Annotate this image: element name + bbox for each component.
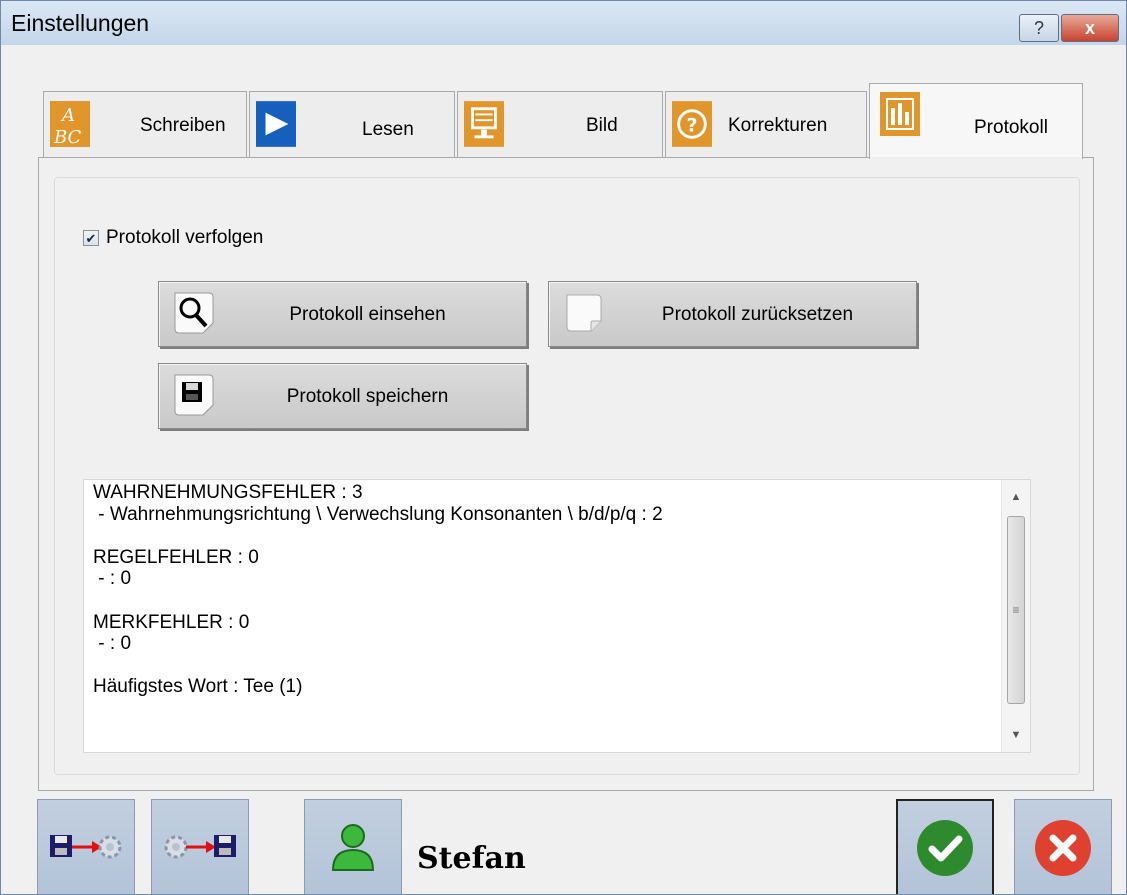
log-scrollbar[interactable]: ▲ ≡ ▼ — [1001, 480, 1030, 752]
tab-bild[interactable]: Bild — [457, 91, 663, 157]
tab-label-korrekturen: Korrekturen — [728, 115, 828, 136]
tab-protokoll[interactable]: Protokoll — [869, 83, 1083, 161]
chart-icon — [880, 89, 920, 139]
save-protocol-button[interactable]: Protokoll speichern — [158, 363, 527, 429]
user-button[interactable] — [304, 799, 402, 894]
view-protocol-label: Protokoll einsehen — [289, 304, 446, 325]
question-icon: ? — [672, 99, 712, 149]
blank-page-icon — [563, 291, 605, 335]
tab-label-bild: Bild — [586, 115, 618, 136]
window-title: Einstellungen — [11, 10, 150, 36]
user-avatar-icon — [331, 823, 375, 871]
tab-label-protokoll: Protokoll — [974, 117, 1048, 138]
svg-text:A: A — [60, 105, 75, 126]
scroll-down-arrow-icon[interactable]: ▼ — [1002, 722, 1030, 748]
scroll-thumb[interactable]: ≡ — [1007, 516, 1025, 704]
import-settings-button[interactable] — [151, 799, 249, 894]
export-settings-button[interactable] — [37, 799, 135, 894]
protocol-log-textbox[interactable]: WAHRNEHMUNGSFEHLER : 3 - Wahrnehmungsric… — [83, 479, 1031, 753]
save-protocol-label: Protokoll speichern — [286, 386, 449, 407]
tab-label-lesen: Lesen — [362, 119, 414, 140]
user-name: Stefan — [417, 841, 526, 876]
title-bar: Einstellungen ? x — [1, 1, 1126, 45]
floppy-disk-icon — [173, 373, 215, 417]
tab-korrekturen[interactable]: ? Korrekturen — [665, 91, 867, 157]
save-to-gear-icon — [50, 834, 122, 858]
play-icon — [256, 99, 296, 149]
abc-icon: A BC — [50, 99, 90, 149]
view-protocol-button[interactable]: Protokoll einsehen — [158, 281, 527, 347]
tab-label-schreiben: Schreiben — [140, 115, 226, 136]
reset-protocol-label: Protokoll zurücksetzen — [661, 304, 854, 325]
tab-lesen[interactable]: Lesen — [249, 91, 455, 157]
ok-button[interactable] — [896, 799, 994, 894]
cancel-x-icon — [1035, 819, 1091, 876]
help-button[interactable]: ? — [1019, 14, 1059, 42]
close-button[interactable]: x — [1061, 14, 1119, 42]
checkmark-icon — [917, 819, 973, 876]
monitor-icon — [464, 99, 504, 149]
protocol-log-text: WAHRNEHMUNGSFEHLER : 3 - Wahrnehmungsric… — [93, 482, 663, 698]
checkbox-box[interactable]: ✔ — [83, 230, 99, 246]
track-protocol-checkbox[interactable]: ✔ Protokoll verfolgen — [83, 227, 263, 249]
settings-dialog: Einstellungen ? x A BC Schreiben Lesen B… — [0, 0, 1127, 895]
cancel-button[interactable] — [1014, 799, 1112, 894]
gear-to-save-icon — [164, 834, 236, 858]
reset-protocol-button[interactable]: Protokoll zurücksetzen — [548, 281, 917, 347]
svg-text:BC: BC — [53, 127, 82, 148]
magnifier-icon — [173, 291, 215, 335]
tab-schreiben[interactable]: A BC Schreiben — [43, 91, 247, 157]
track-protocol-label: Protokoll verfolgen — [106, 227, 264, 248]
scroll-up-arrow-icon[interactable]: ▲ — [1002, 484, 1030, 510]
svg-text:?: ? — [686, 115, 697, 137]
